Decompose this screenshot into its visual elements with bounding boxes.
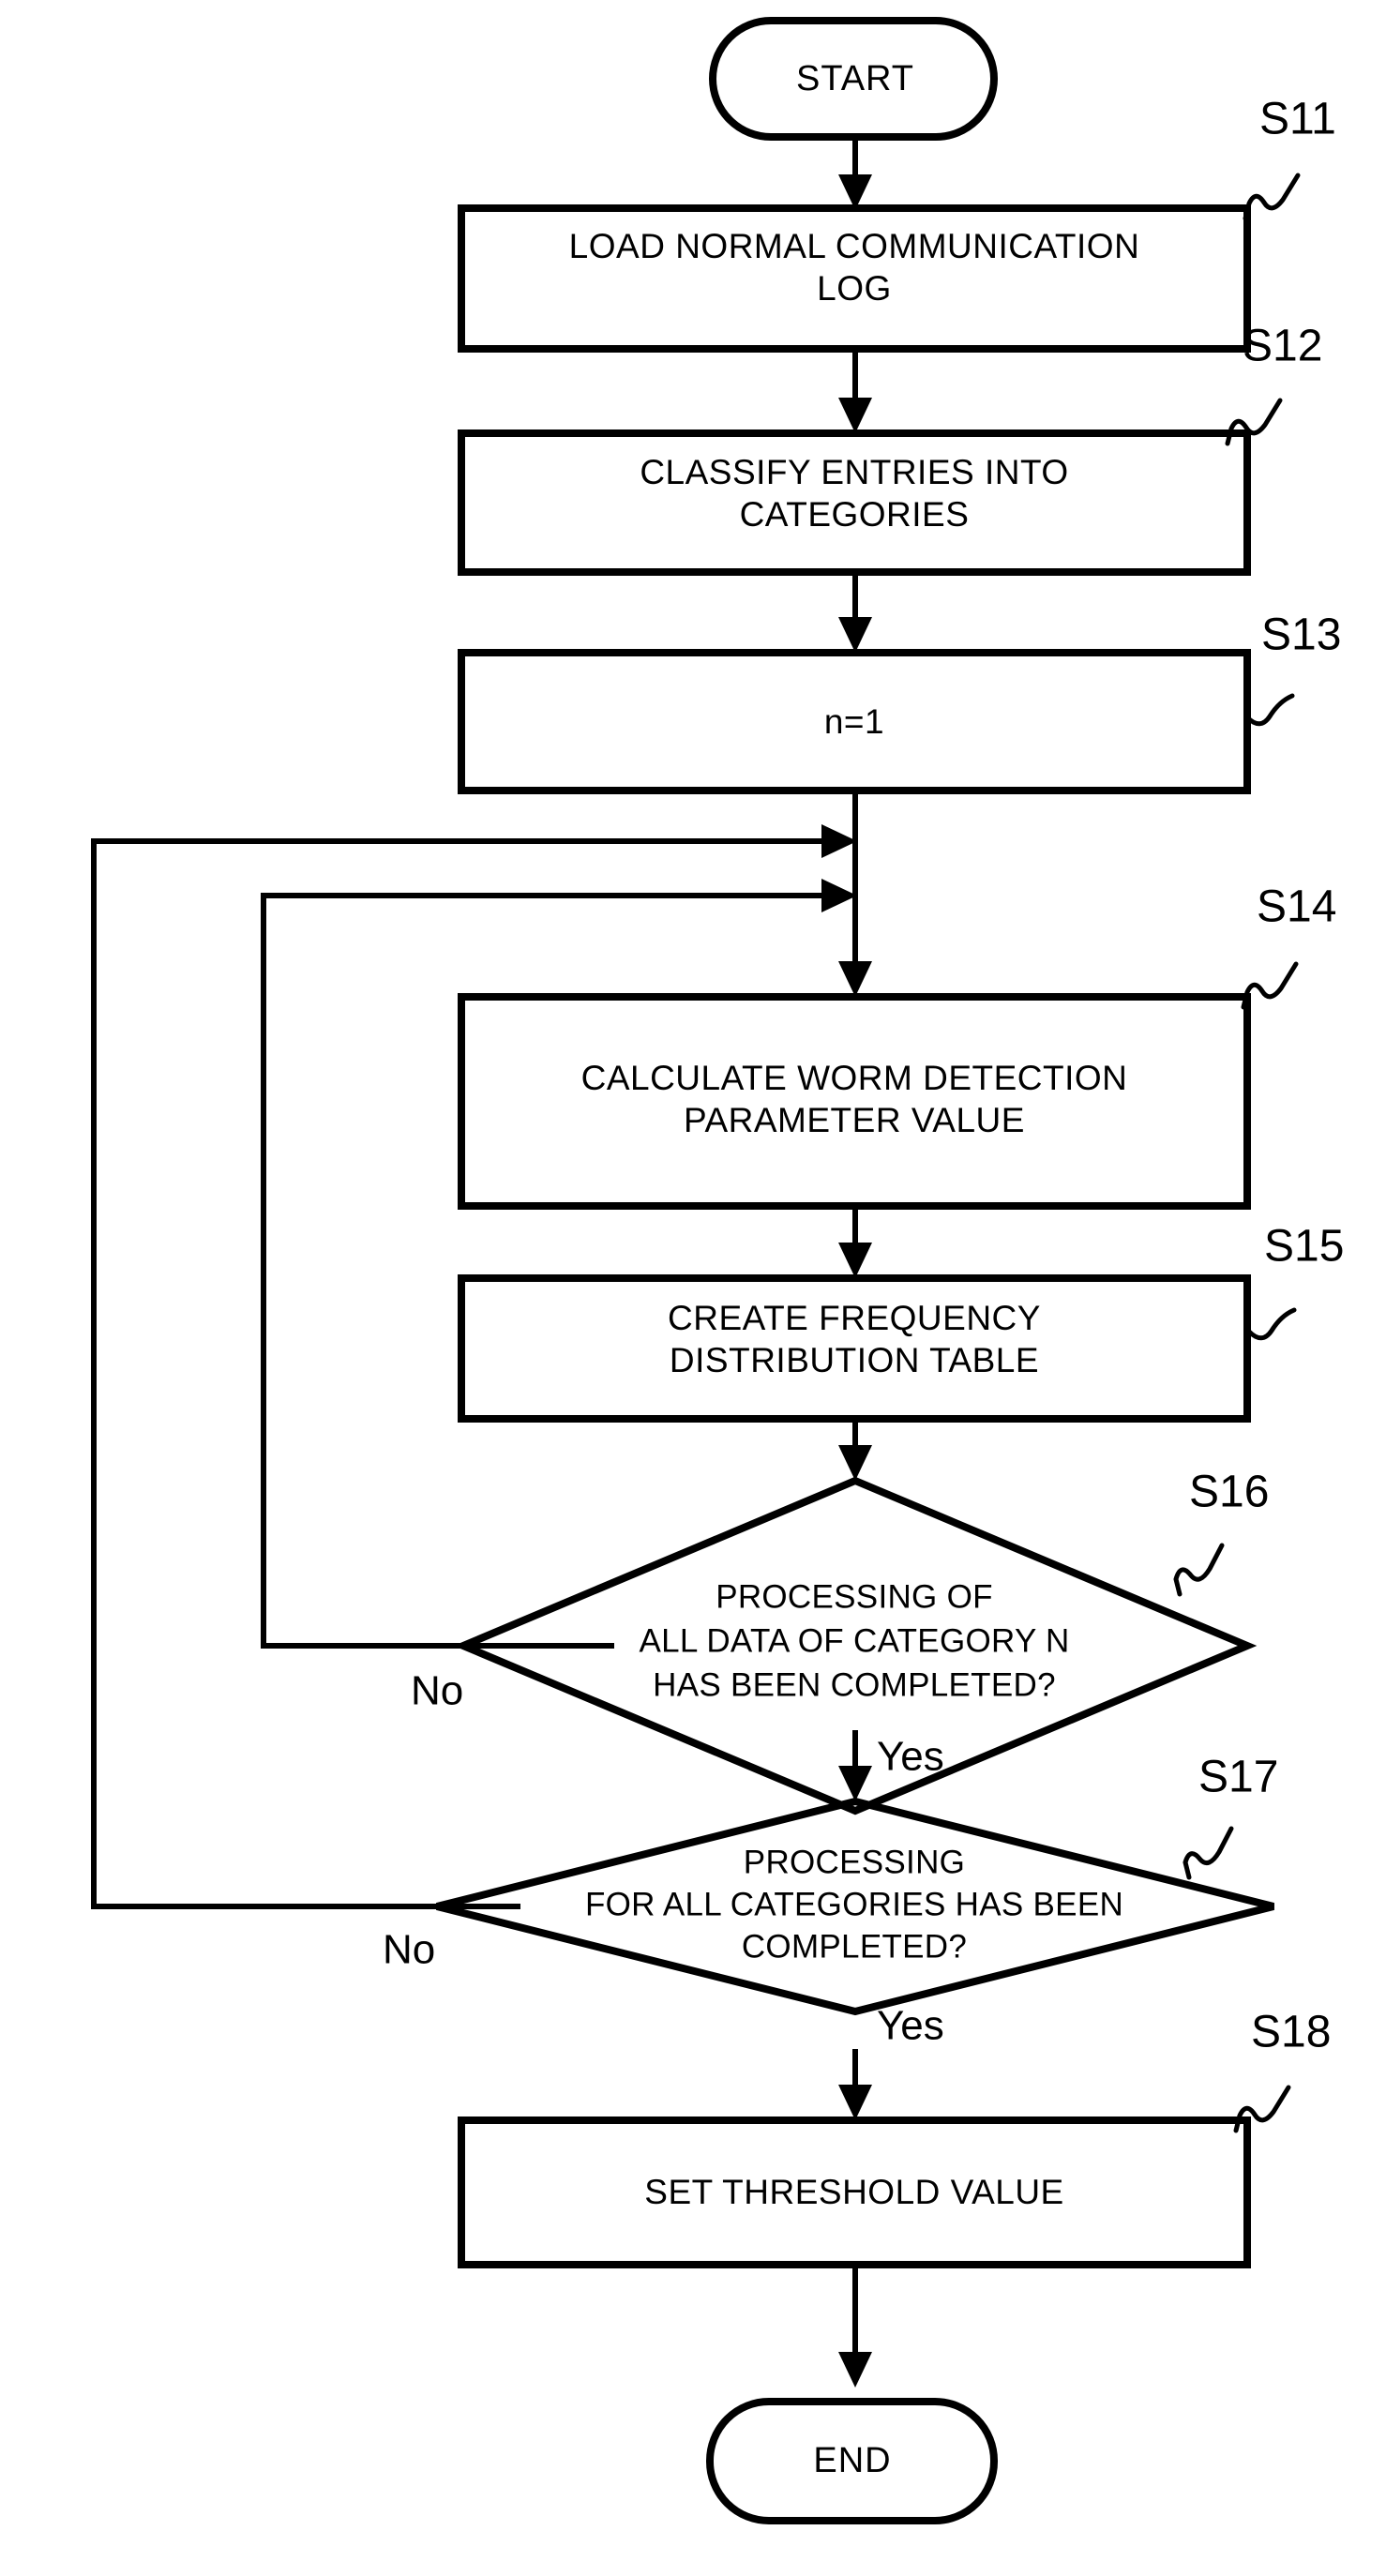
node-s11[interactable]: LOAD NORMAL COMMUNICATION LOG	[458, 204, 1251, 353]
s12-text-line-2: CATEGORIES	[740, 495, 970, 534]
step-marker-s16: S16	[1173, 1468, 1269, 1597]
s16-step-label: S16	[1189, 1468, 1269, 1517]
node-s18[interactable]: SET THRESHOLD VALUE	[458, 2117, 1251, 2268]
node-start[interactable]: START	[709, 17, 998, 141]
s14-text-line-1: CALCULATE WORM DETECTION	[581, 1059, 1128, 1097]
node-end[interactable]: END	[706, 2398, 998, 2524]
connector-s12-to-s13	[838, 572, 872, 653]
connector-s16-yes-to-s17	[838, 1730, 872, 1801]
node-s12[interactable]: CLASSIFY ENTRIES INTO CATEGORIES	[458, 429, 1251, 576]
s16-yes-label: Yes	[877, 1734, 944, 1780]
s17-step-label: S17	[1198, 1753, 1278, 1802]
s14-step-label: S14	[1257, 882, 1336, 932]
s17-no-label: No	[383, 1927, 435, 1973]
s17-text-line-2: FOR ALL CATEGORIES HAS BEEN	[585, 1886, 1123, 1922]
s12-text-line-1: CLASSIFY ENTRIES INTO	[640, 453, 1068, 491]
step-marker-s14: S14	[1241, 882, 1336, 1010]
s18-step-label: S18	[1251, 2008, 1331, 2057]
node-s15[interactable]: CREATE FREQUENCY DISTRIBUTION TABLE	[458, 1274, 1251, 1423]
s15-step-label: S15	[1264, 1222, 1344, 1272]
s18-text-line-1: SET THRESHOLD VALUE	[644, 2173, 1063, 2211]
start-label: START	[796, 59, 914, 98]
step-marker-s18: S18	[1233, 2008, 1331, 2133]
s16-no-label: No	[411, 1668, 463, 1714]
end-label: END	[813, 2441, 891, 2480]
connector-s15-to-s16	[838, 1419, 872, 1481]
node-s13[interactable]: n=1	[458, 649, 1251, 794]
step-marker-s15: S15	[1246, 1222, 1344, 1341]
s16-text-line-2: ALL DATA OF CATEGORY N	[639, 1622, 1069, 1659]
node-s17[interactable]: PROCESSING FOR ALL CATEGORIES HAS BEEN C…	[436, 1797, 1274, 2016]
s13-step-label: S13	[1261, 610, 1341, 660]
s12-step-label: S12	[1243, 322, 1322, 371]
flowchart-svg: START LOAD NORMAL COMMUNICATION LOG S11 …	[91, 17, 1344, 2524]
s17-text-line-3: COMPLETED?	[742, 1928, 967, 1965]
s11-step-label: S11	[1259, 95, 1336, 144]
s16-text-line-3: HAS BEEN COMPLETED?	[653, 1666, 1056, 1703]
s11-text-line-1: LOAD NORMAL COMMUNICATION	[569, 227, 1140, 265]
s14-text-line-2: PARAMETER VALUE	[684, 1101, 1025, 1139]
connector-s11-to-s12	[838, 349, 872, 433]
step-marker-s12: S12	[1225, 322, 1322, 446]
connector-s17-yes-to-s18	[838, 2049, 872, 2120]
flowchart-canvas: START LOAD NORMAL COMMUNICATION LOG S11 …	[0, 0, 1386, 2576]
s17-yes-label: Yes	[877, 2003, 944, 2049]
s15-text-line-1: CREATE FREQUENCY	[668, 1299, 1041, 1337]
s16-text-line-1: PROCESSING OF	[716, 1578, 993, 1615]
step-marker-s13: S13	[1244, 610, 1341, 727]
step-marker-s11: S11	[1243, 95, 1336, 221]
s13-text-line-1: n=1	[824, 702, 884, 741]
connector-s18-to-end	[838, 2265, 872, 2388]
connector-s14-to-s15	[838, 1206, 872, 1278]
connector-start-to-s11	[838, 137, 872, 210]
node-s14[interactable]: CALCULATE WORM DETECTION PARAMETER VALUE	[458, 993, 1251, 1210]
s15-text-line-2: DISTRIBUTION TABLE	[670, 1341, 1039, 1379]
step-marker-s17: S17	[1183, 1753, 1278, 1880]
s11-text-line-2: LOG	[817, 269, 892, 308]
s17-text-line-1: PROCESSING	[744, 1844, 965, 1880]
